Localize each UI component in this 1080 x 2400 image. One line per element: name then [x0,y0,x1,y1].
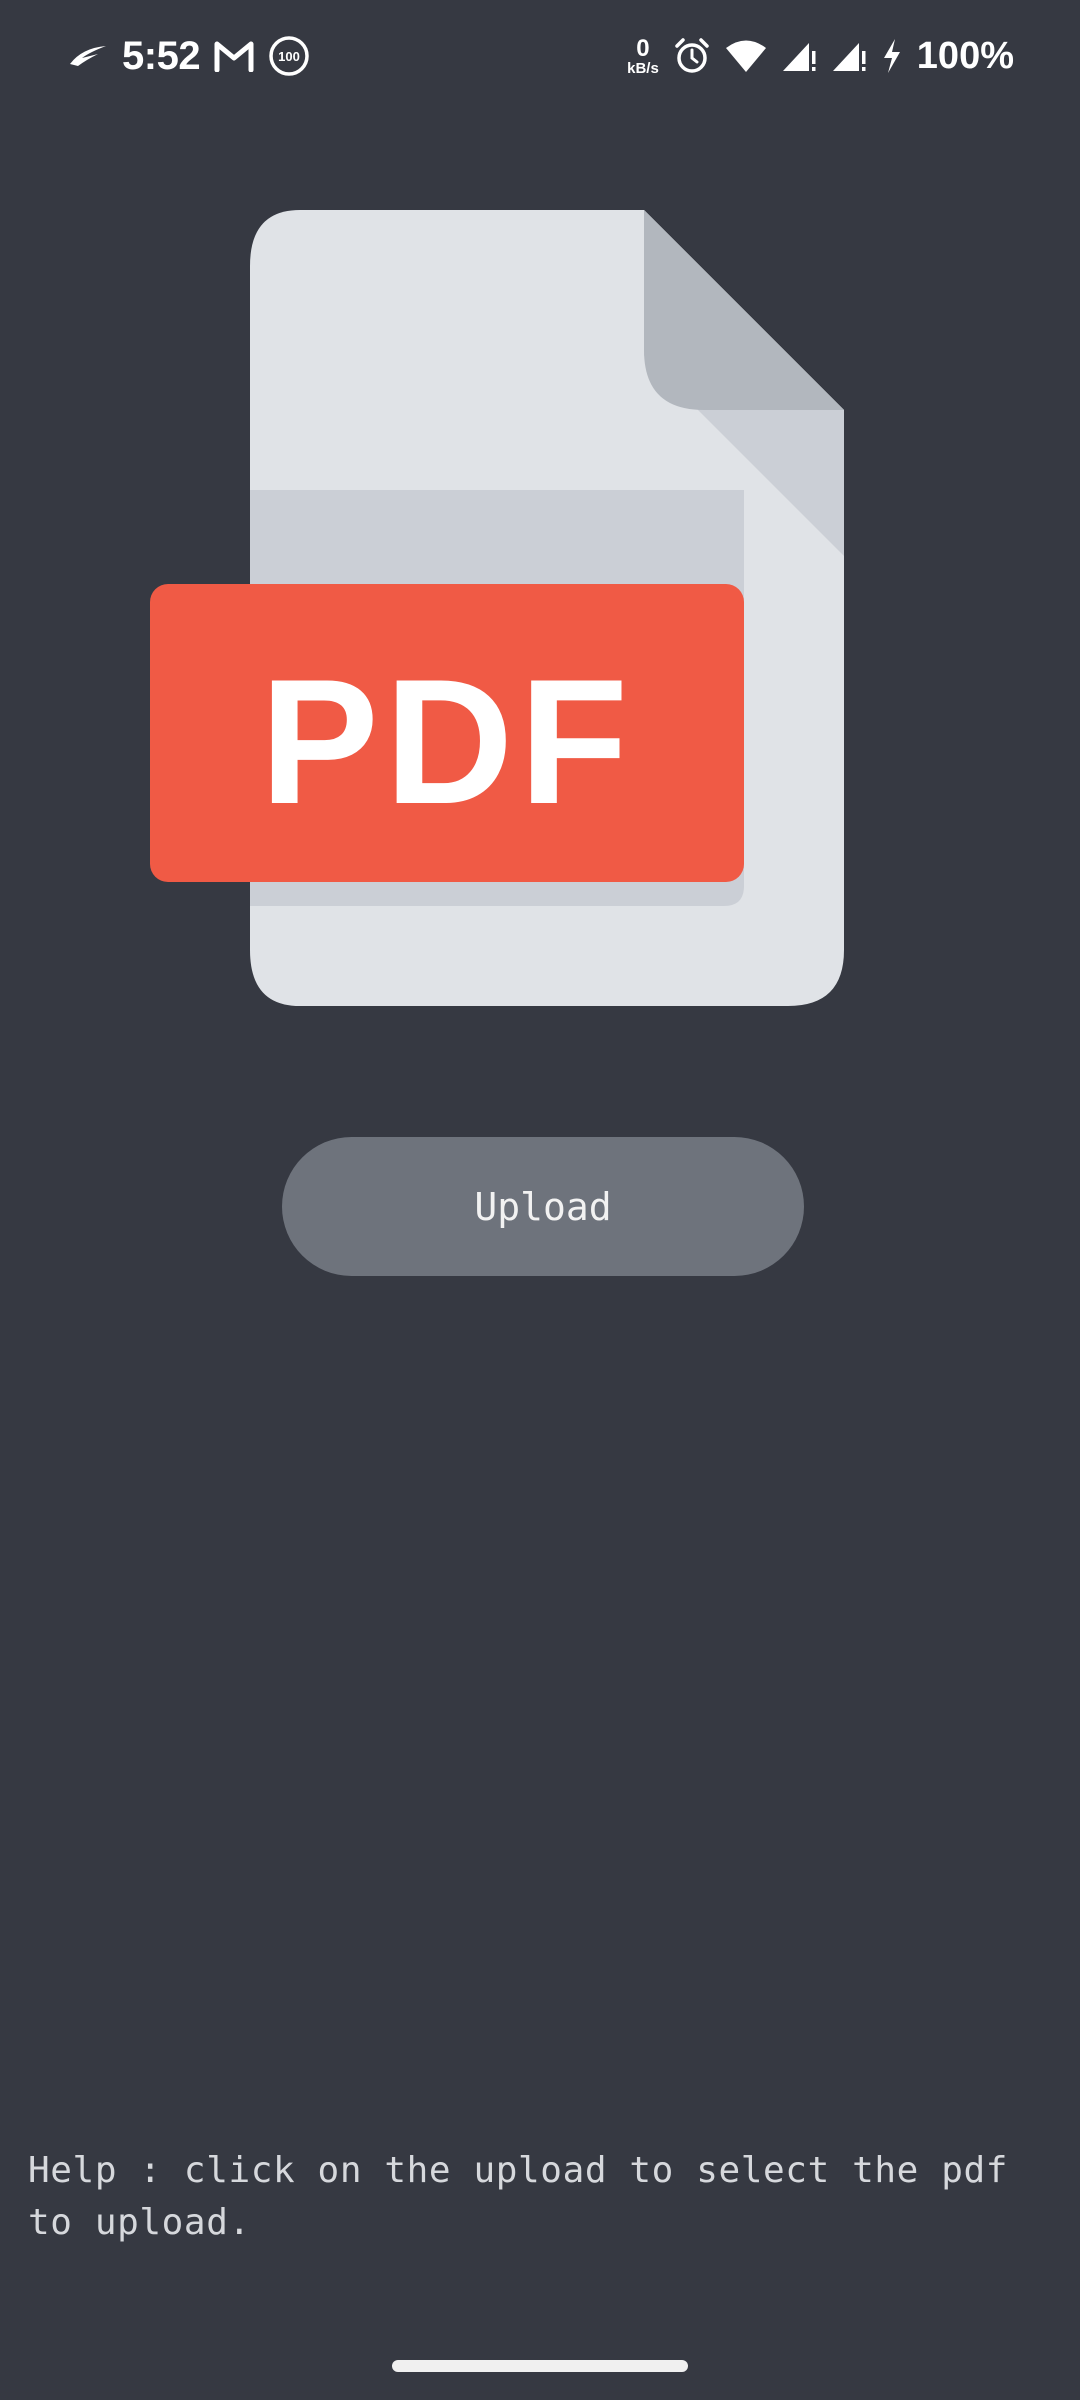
upload-button[interactable]: Upload [282,1137,804,1276]
signal-icon-2 [831,39,867,73]
pdf-file-icon: PDF [150,210,844,1006]
alarm-icon [673,37,711,75]
pdf-label: PDF [260,642,634,841]
gmail-icon [214,40,254,72]
upload-button-label: Upload [474,1184,612,1229]
charging-icon [881,38,903,74]
net-speed-value: 0 [636,34,650,62]
home-indicator[interactable] [392,2360,688,2372]
net-speed-indicator: 0 kB/s [627,34,659,77]
signal-icon [781,39,817,73]
help-text: Help : click on the upload to select the… [28,2150,1009,2243]
status-bar-right: 0 kB/s 100% [627,28,1014,84]
status-time: 5:52 [122,33,201,78]
status-bar-left: 5:52 100 [68,28,310,84]
rog-icon [68,44,108,68]
wifi-icon [725,39,767,73]
pdf-folded-corner [644,210,844,410]
badge-100-icon: 100 [268,35,310,77]
status-bar: 5:52 100 0 kB/s 100% [0,0,1080,110]
net-speed-unit: kB/s [627,59,659,77]
battery-percentage: 100% [916,34,1014,77]
badge-100-text: 100 [278,49,300,64]
